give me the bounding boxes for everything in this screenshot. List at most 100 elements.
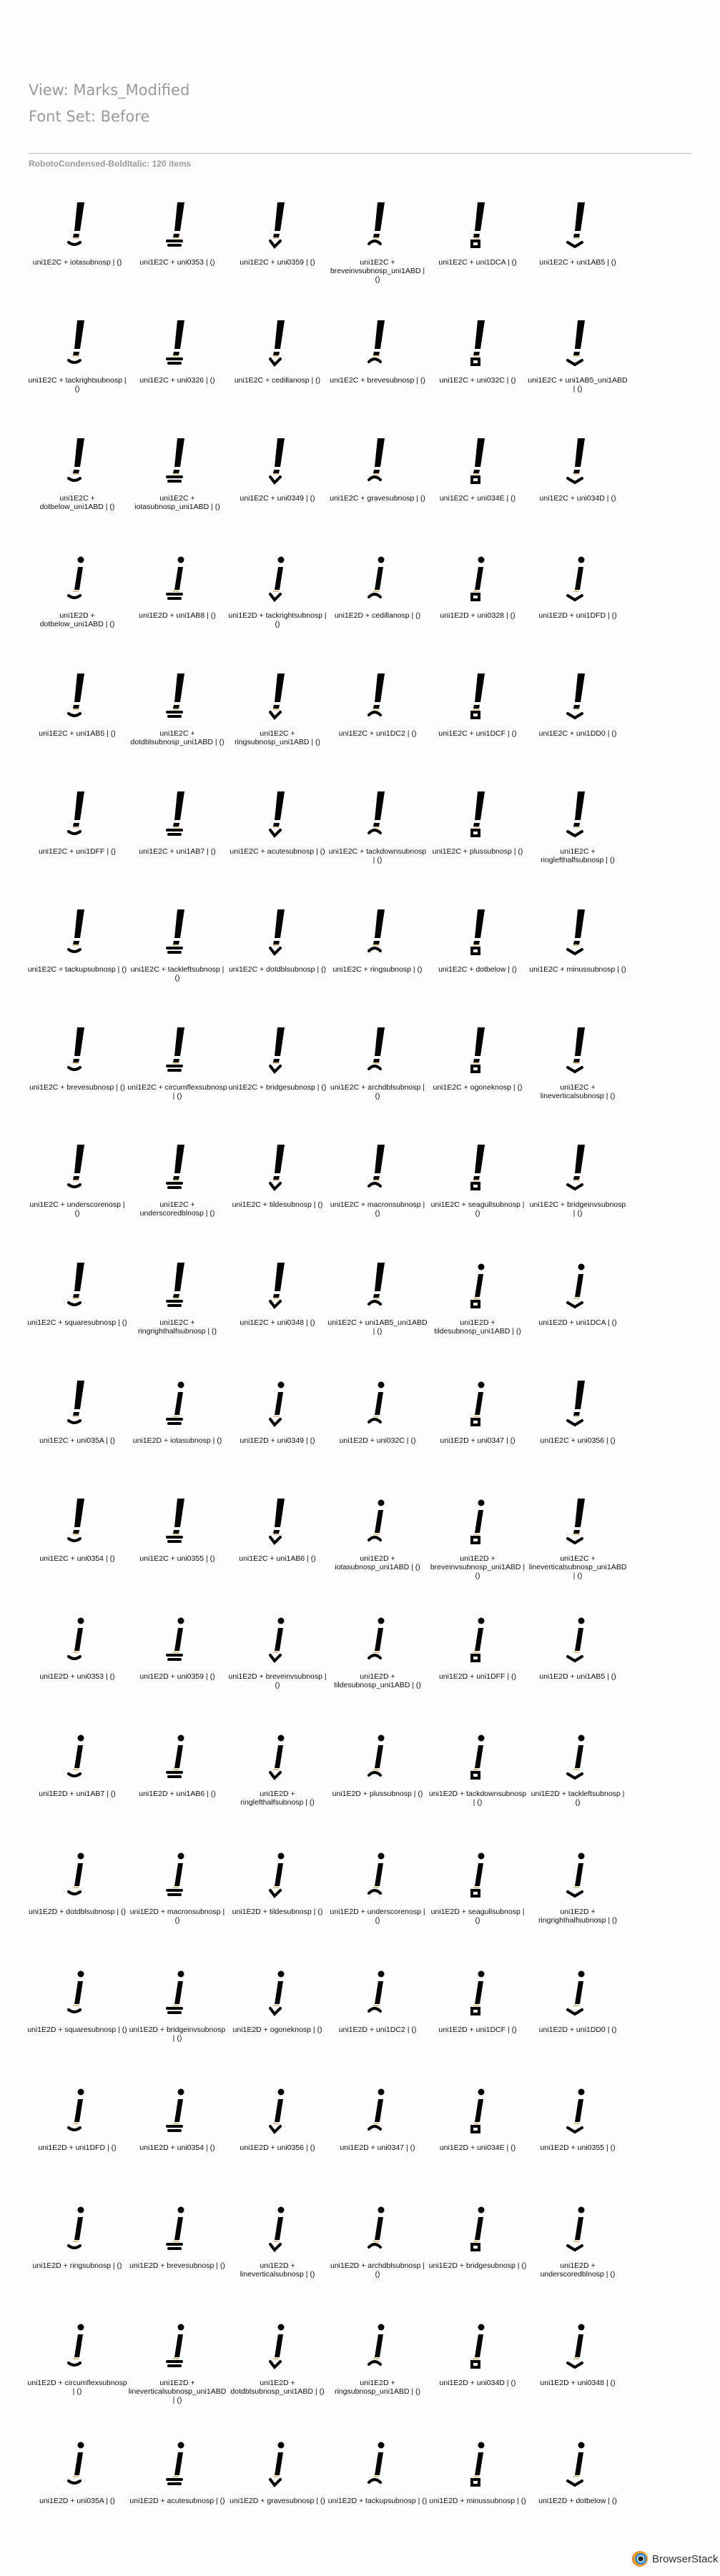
glyph-card: uni1E2C + squaresubnosp | () <box>27 1243 127 1361</box>
glyph-caption: uni1E2C + brevesubnosp | () <box>29 1082 125 1092</box>
glyph-card: uni1E2C + uni0356 | () <box>528 1361 628 1479</box>
glyph-caption: uni1E2D + uni0347 | () <box>340 2143 415 2152</box>
glyph-preview-icon <box>456 1614 499 1665</box>
glyph-caption: uni1E2D + uni0355 | () <box>540 2143 616 2152</box>
glyph-preview-icon <box>156 1496 199 1547</box>
glyph-preview-icon <box>356 553 399 604</box>
glyph-card: uni1E2D + squaresubnosp | () <box>27 1950 127 2068</box>
glyph-card: uni1E2C + uni1DCA | () <box>428 182 528 300</box>
glyph-card: uni1E2D + bridgeinvsubnosp | () <box>127 1950 227 2068</box>
glyph-card: uni1E2D + tildesubnosp_uni1ABD | () <box>327 1597 428 1714</box>
glyph-card: uni1E2C + circumflexsubnosp | () <box>127 1007 227 1125</box>
glyph-preview-icon <box>156 2438 199 2489</box>
glyph-preview-icon <box>56 1849 99 1900</box>
glyph-caption: uni1E2D + uni034D | () <box>439 2379 516 2388</box>
glyph-caption: uni1E2C + ringsubnosp_uni1ABD | () <box>234 729 321 747</box>
glyph-card: uni1E2D + uni034E | () <box>428 2068 528 2186</box>
glyph-preview-icon <box>56 1260 99 1311</box>
glyph-caption: uni1E2D + underscorenosp | () <box>330 1908 425 1925</box>
glyph-card: uni1E2C + uni1AB5 | () <box>528 182 628 300</box>
glyph-caption: uni1E2D + lineverticalsubnosp_uni1ABD | … <box>128 2379 227 2405</box>
glyph-preview-icon <box>256 553 299 604</box>
glyph-card: uni1E2C + uni1DFF | () <box>27 771 127 889</box>
glyph-card: uni1E2C + ringrighthalfsubnosp | () <box>127 1243 227 1361</box>
glyph-card: uni1E2D + lineverticalsubnosp | () <box>227 2186 327 2304</box>
glyph-caption: uni1E2C + underscoredblnosp | () <box>139 1200 215 1218</box>
glyph-preview-icon <box>56 1967 99 2018</box>
glyph-caption: uni1E2C + tildesubnosp | () <box>232 1200 323 1210</box>
glyph-preview-icon <box>356 1142 399 1193</box>
glyph-preview-icon <box>56 1496 99 1547</box>
glyph-card: uni1E2D + uni1DCA | () <box>528 1243 628 1361</box>
glyph-preview-icon <box>356 2438 399 2489</box>
glyph-card: uni1E2D + uni1AB8 | () <box>127 536 227 653</box>
glyph-caption: uni1E2D + ringsubnosp_uni1ABD | () <box>334 2379 421 2397</box>
glyph-caption: uni1E2D + uni1AB6 | () <box>139 1790 216 1799</box>
glyph-caption: uni1E2D + tackleftsubnosp | () <box>531 1790 625 1807</box>
glyph-caption: uni1E2D + uni1DFD | () <box>538 611 617 621</box>
glyph-preview-icon <box>556 1025 599 1076</box>
glyph-preview-icon <box>456 317 499 369</box>
glyph-card: uni1E2C + dotdblsubnosp_uni1ABD | () <box>127 653 227 771</box>
glyph-preview-icon <box>156 1142 199 1193</box>
glyph-preview-icon <box>456 2438 499 2489</box>
glyph-preview-icon <box>256 2438 299 2489</box>
glyph-caption: uni1E2D + uni0347 | () <box>440 1436 516 1445</box>
glyph-caption: uni1E2D + ringlefthalfsubnosp | () <box>240 1790 315 1807</box>
glyph-preview-icon <box>556 2320 599 2372</box>
glyph-preview-icon <box>556 435 599 487</box>
glyph-card: uni1E2C + tackleftsubnosp | () <box>127 889 227 1007</box>
glyph-card: uni1E2C + underscoredblnosp | () <box>127 1125 227 1243</box>
glyph-preview-icon <box>456 2320 499 2372</box>
glyph-card: uni1E2C + archdblsubnosp | () <box>327 1007 428 1125</box>
glyph-caption: uni1E2C + gravesubnosp | () <box>330 493 425 503</box>
glyph-card: uni1E2D + tackleftsubnosp | () <box>528 1714 628 1832</box>
glyph-preview-icon <box>356 2085 399 2136</box>
glyph-card: uni1E2D + uni1AB5 | () <box>528 1597 628 1714</box>
glyph-card: uni1E2D + ogoneknosp | () <box>227 1950 327 2068</box>
glyph-preview-icon <box>456 1025 499 1076</box>
glyph-card: uni1E2C + uni1DCF | () <box>428 653 528 771</box>
glyph-caption: uni1E2C + dotdblsubnosp | () <box>228 964 327 974</box>
glyph-preview-icon <box>356 1025 399 1076</box>
glyph-caption: uni1E2D + uni1DFD | () <box>38 2143 117 2152</box>
glyph-caption: uni1E2C + uni1AB6 | () <box>239 1554 316 1563</box>
glyph-caption: uni1E2D + uni0353 | () <box>39 1672 115 1681</box>
glyph-caption: uni1E2D + uni1AB8 | () <box>139 611 216 621</box>
glyph-caption: uni1E2C + uni1DD0 | () <box>538 729 617 739</box>
glyph-preview-icon <box>156 1849 199 1900</box>
glyph-card: uni1E2D + ringsubnosp_uni1ABD | () <box>327 2303 428 2421</box>
font-summary: RobotoCondensed-BoldItalic: 120 items <box>29 159 192 169</box>
glyph-caption: uni1E2D + gravesubnosp | () <box>230 2497 325 2506</box>
glyph-card: uni1E2D + tackupsubnosp | () <box>327 2421 428 2539</box>
glyph-preview-icon <box>356 1260 399 1311</box>
glyph-preview-icon <box>56 199 99 251</box>
glyph-preview-icon <box>556 2203 599 2254</box>
glyph-preview-icon <box>56 553 99 604</box>
glyph-caption: uni1E2D + tackupsubnosp | () <box>327 2497 428 2506</box>
glyph-preview-icon <box>356 671 399 722</box>
glyph-caption: uni1E2D + tackrightsubnosp | () <box>228 611 327 629</box>
glyph-caption: uni1E2D + dotdblsubnosp_uni1ABD | () <box>230 2379 325 2397</box>
glyph-caption: uni1E2D + acutesubnosp | () <box>129 2497 225 2506</box>
glyph-card: uni1E2C + uni034E | () <box>428 418 528 536</box>
glyph-caption: uni1E2C + breveinvsubnosp_uni1ABD | () <box>330 258 425 284</box>
glyph-preview-icon <box>556 1614 599 1665</box>
glyph-card: uni1E2D + tackdownsubnosp | () <box>428 1714 528 1832</box>
glyph-preview-icon <box>556 2438 599 2489</box>
glyph-card: uni1E2C + tackrightsubnosp | () <box>27 300 127 418</box>
glyph-caption: uni1E2D + uni032C | () <box>339 1436 416 1445</box>
glyph-preview-icon <box>156 789 199 840</box>
glyph-preview-icon <box>256 435 299 487</box>
fontset-title: Font Set: Before <box>29 108 150 125</box>
glyph-caption: uni1E2C + uni0349 | () <box>240 493 315 503</box>
glyph-preview-icon <box>56 435 99 487</box>
glyph-caption: uni1E2C + archdblsubnosp | () <box>330 1082 425 1100</box>
glyph-card: uni1E2D + uni0359 | () <box>127 1597 227 1714</box>
glyph-caption: uni1E2C + uni0353 | () <box>139 258 215 267</box>
glyph-card: uni1E2D + minussubnosp | () <box>428 2421 528 2539</box>
glyph-preview-icon <box>456 1260 499 1311</box>
glyph-preview-icon <box>56 907 99 958</box>
glyph-preview-icon <box>556 671 599 722</box>
glyph-card: uni1E2D + seagullsubnosp | () <box>428 1832 528 1950</box>
